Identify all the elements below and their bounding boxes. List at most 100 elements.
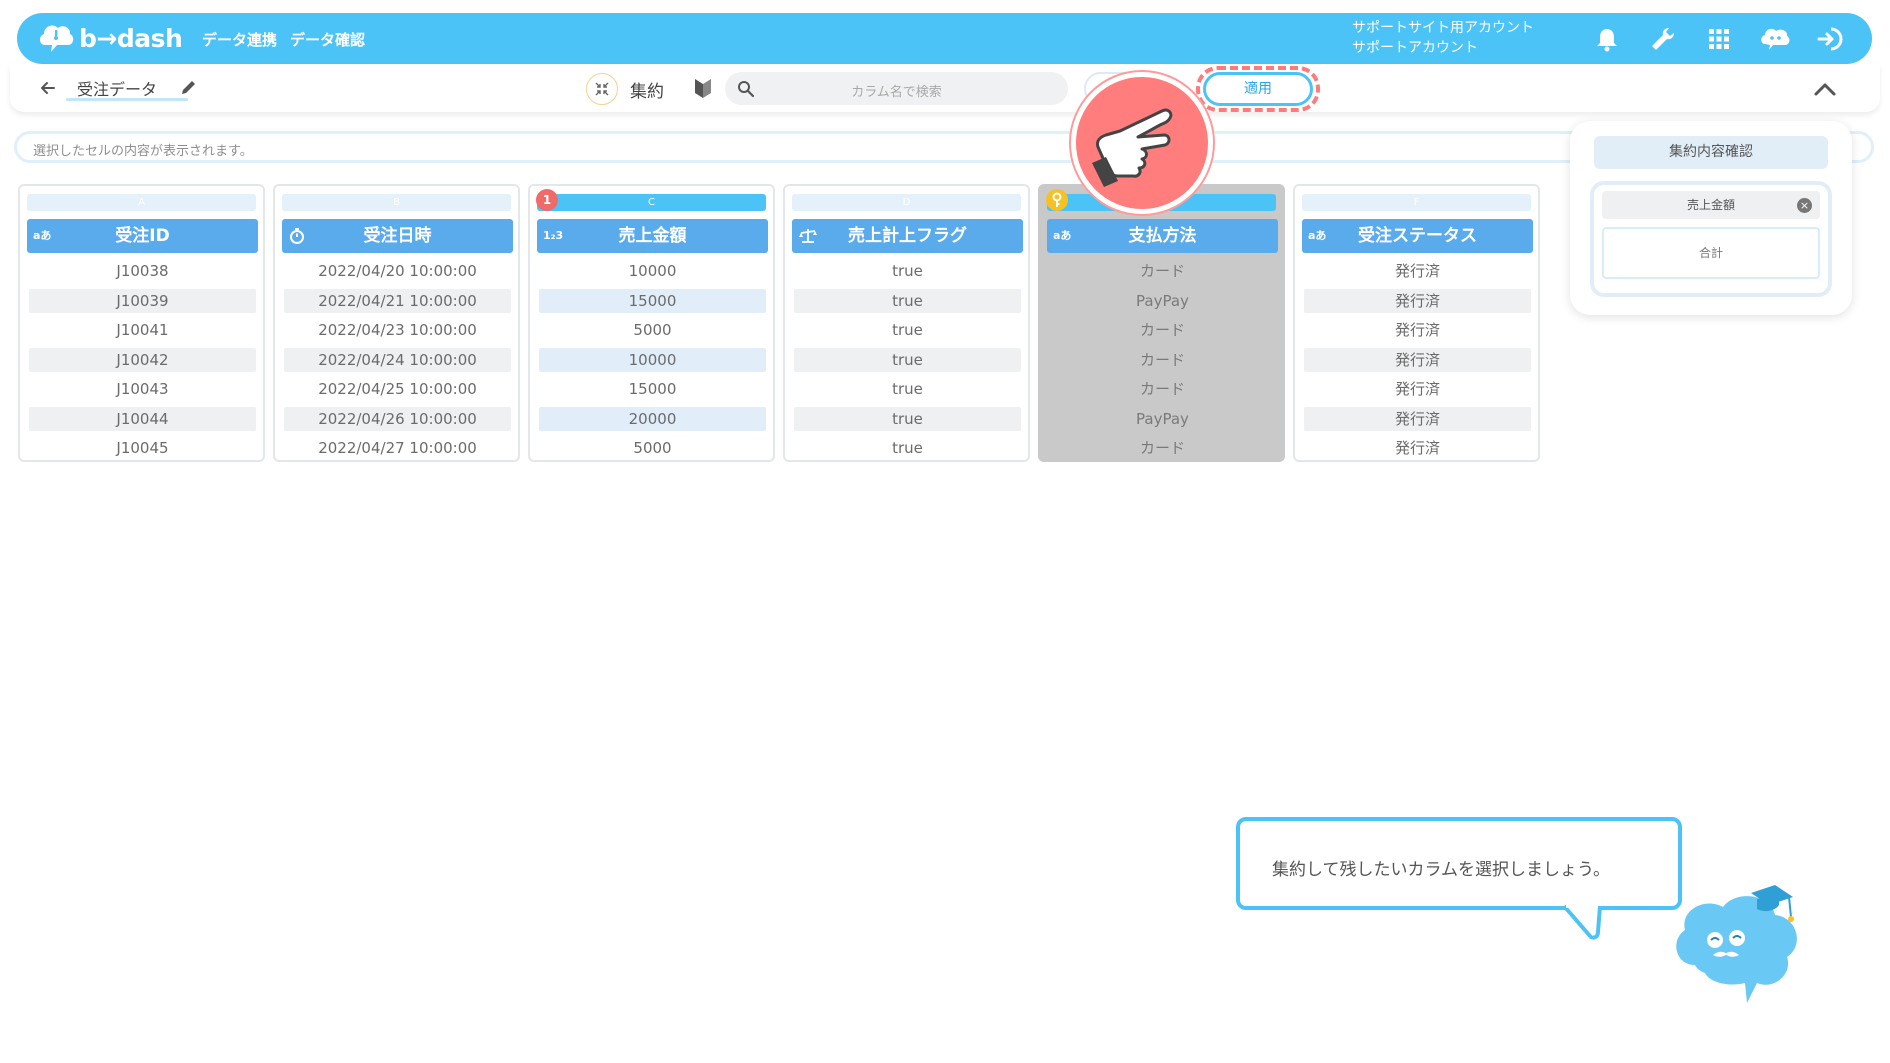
aggregation-chip[interactable]: 売上金額 × xyxy=(1602,191,1820,219)
table-cell[interactable]: 2022/04/26 10:00:00 xyxy=(284,407,511,431)
column-search-input[interactable]: カラム名で検索 xyxy=(725,72,1068,105)
text-type-icon: aあ xyxy=(1308,229,1327,242)
table-cell[interactable]: 15000 xyxy=(539,377,766,401)
table-cell[interactable]: true xyxy=(794,259,1021,283)
column-letter: A xyxy=(27,194,256,211)
aggregate-mode-label: 集約 xyxy=(630,82,664,102)
column-e[interactable]: E aあ 支払方法 カード PayPay カード カード カード PayPay … xyxy=(1038,184,1285,462)
logo[interactable]: b→dash xyxy=(37,20,183,56)
column-letter: D xyxy=(792,194,1021,211)
logo-text: b→dash xyxy=(79,23,183,53)
table-cell[interactable]: 発行済 xyxy=(1304,289,1531,313)
table-cell[interactable]: 2022/04/25 10:00:00 xyxy=(284,377,511,401)
logout-icon[interactable] xyxy=(1816,25,1844,53)
support-chat-icon[interactable] xyxy=(1759,25,1791,53)
table-cell[interactable]: カード xyxy=(1049,436,1276,460)
apply-button[interactable]: 適用 xyxy=(1203,72,1313,106)
collapse-arrows-icon xyxy=(595,82,609,96)
cell-content-text: 選択したセルの内容が表示されます。 xyxy=(33,144,253,159)
table-cell[interactable]: J10038 xyxy=(29,259,256,283)
table-cell[interactable]: J10041 xyxy=(29,318,256,342)
table-cell[interactable]: true xyxy=(794,289,1021,313)
account-info[interactable]: サポートサイト用アカウント サポートアカウント xyxy=(1352,18,1534,58)
text-type-icon: aあ xyxy=(33,229,52,242)
chip-label: 売上金額 xyxy=(1686,198,1735,212)
table-cell[interactable]: 5000 xyxy=(539,318,766,342)
table-cell[interactable]: 20000 xyxy=(539,407,766,431)
guide-speech-bubble: 集約して残したいカラムを選択しましょう。 xyxy=(1236,817,1682,910)
remove-chip-icon[interactable]: × xyxy=(1797,198,1812,213)
beginner-mark-icon[interactable] xyxy=(693,77,713,99)
chevron-up-icon[interactable] xyxy=(1813,79,1837,99)
aggregation-function-select[interactable]: 合計 xyxy=(1602,227,1820,279)
column-a[interactable]: A aあ 受注ID J10038 J10039 J10041 J10042 J1… xyxy=(18,184,265,462)
nav-data-check[interactable]: データ確認 xyxy=(290,29,365,50)
table-cell[interactable]: カード xyxy=(1049,259,1276,283)
number-type-icon: 1₂3 xyxy=(543,229,564,242)
table-cell[interactable]: J10045 xyxy=(29,436,256,460)
table-cell[interactable]: true xyxy=(794,407,1021,431)
bubble-tail xyxy=(1562,902,1602,940)
title-underline xyxy=(66,98,188,101)
panel-title: 集約内容確認 xyxy=(1594,136,1828,169)
table-cell[interactable]: 2022/04/20 10:00:00 xyxy=(284,259,511,283)
table-cell[interactable]: カード xyxy=(1049,377,1276,401)
table-cell[interactable]: true xyxy=(794,377,1021,401)
column-header[interactable]: 受注日時 xyxy=(282,219,513,253)
table-cell[interactable]: 15000 xyxy=(539,289,766,313)
column-f[interactable]: F aあ 受注ステータス 発行済 発行済 発行済 発行済 発行済 発行済 発行済 xyxy=(1293,184,1540,462)
table-cell[interactable]: J10044 xyxy=(29,407,256,431)
table-cell[interactable]: 2022/04/21 10:00:00 xyxy=(284,289,511,313)
table-cell[interactable]: カード xyxy=(1049,318,1276,342)
text-type-icon: aあ xyxy=(1053,229,1072,242)
table-cell[interactable]: 10000 xyxy=(539,348,766,372)
table-cell[interactable]: PayPay xyxy=(1049,407,1276,431)
back-arrow-icon[interactable] xyxy=(38,78,58,98)
table-cell[interactable]: 10000 xyxy=(539,259,766,283)
column-name: 受注ステータス xyxy=(1358,226,1477,246)
mascot-character-icon xyxy=(1676,885,1797,1003)
guide-text: 集約して残したいカラムを選択しましょう。 xyxy=(1272,860,1610,880)
collapse-button[interactable] xyxy=(586,73,618,105)
table-cell[interactable]: true xyxy=(794,436,1021,460)
order-badge: 1 xyxy=(536,189,558,211)
table-cell[interactable]: true xyxy=(794,318,1021,342)
table-cell[interactable]: PayPay xyxy=(1049,289,1276,313)
column-header[interactable]: 1₂3 売上金額 xyxy=(537,219,768,253)
column-c[interactable]: C 1 1₂3 売上金額 10000 15000 5000 10000 1500… xyxy=(528,184,775,462)
column-b[interactable]: B 受注日時 2022/04/20 10:00:00 2022/04/21 10… xyxy=(273,184,520,462)
table-cell[interactable]: true xyxy=(794,348,1021,372)
account-line1: サポートサイト用アカウント xyxy=(1352,20,1534,36)
aggregation-review-panel: 集約内容確認 売上金額 × 合計 xyxy=(1570,121,1852,315)
column-d[interactable]: D 売上計上フラグ true true true true true true … xyxy=(783,184,1030,462)
column-letter: C xyxy=(537,194,766,211)
aggregation-list: 売上金額 × 合計 xyxy=(1590,181,1832,297)
table-cell[interactable]: J10043 xyxy=(29,377,256,401)
column-header[interactable]: aあ 受注ID xyxy=(27,219,258,253)
wrench-icon[interactable] xyxy=(1649,25,1677,53)
apps-grid-icon[interactable] xyxy=(1705,25,1733,53)
column-name: 支払方法 xyxy=(1128,226,1197,246)
search-placeholder: カラム名で検索 xyxy=(851,85,942,100)
table-cell[interactable]: 発行済 xyxy=(1304,348,1531,372)
bell-icon[interactable] xyxy=(1593,25,1621,53)
column-header[interactable]: 売上計上フラグ xyxy=(792,219,1023,253)
clock-icon xyxy=(290,228,304,244)
table-cell[interactable]: 発行済 xyxy=(1304,407,1531,431)
table-cell[interactable]: 発行済 xyxy=(1304,318,1531,342)
table-cell[interactable]: 2022/04/24 10:00:00 xyxy=(284,348,511,372)
nav-data-integration[interactable]: データ連携 xyxy=(202,29,277,50)
table-cell[interactable]: 2022/04/27 10:00:00 xyxy=(284,436,511,460)
table-cell[interactable]: 発行済 xyxy=(1304,259,1531,283)
table-cell[interactable]: 2022/04/23 10:00:00 xyxy=(284,318,511,342)
column-header[interactable]: aあ 支払方法 xyxy=(1047,219,1278,253)
table-cell[interactable]: 5000 xyxy=(539,436,766,460)
table-cell[interactable]: カード xyxy=(1049,348,1276,372)
page-title[interactable]: 受注データ xyxy=(77,76,157,100)
edit-pencil-icon[interactable] xyxy=(179,77,199,97)
table-cell[interactable]: J10042 xyxy=(29,348,256,372)
table-cell[interactable]: J10039 xyxy=(29,289,256,313)
table-cell[interactable]: 発行済 xyxy=(1304,436,1531,460)
table-cell[interactable]: 発行済 xyxy=(1304,377,1531,401)
column-header[interactable]: aあ 受注ステータス xyxy=(1302,219,1533,253)
